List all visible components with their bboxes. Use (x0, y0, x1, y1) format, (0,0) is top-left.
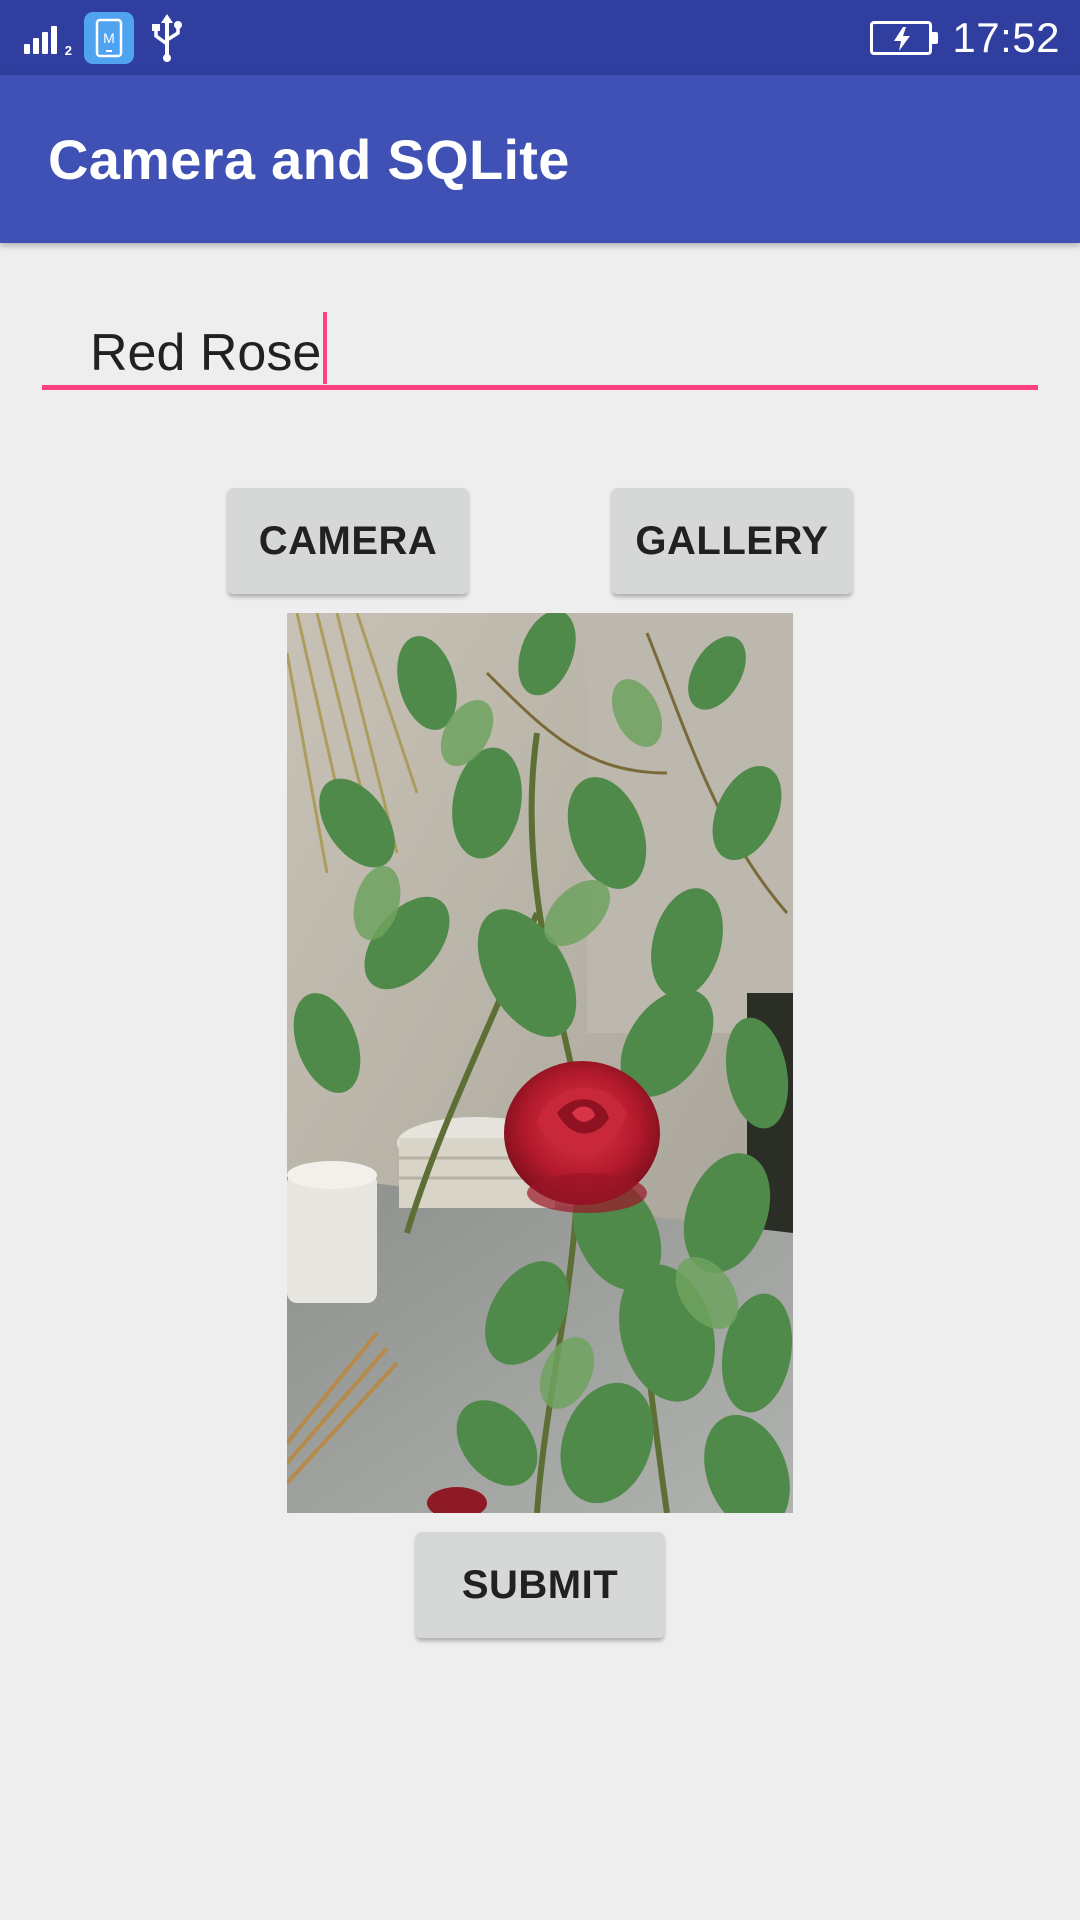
screen: 2 M 17:52 Camera and SQLite Red Rose CAM… (0, 0, 1080, 1920)
status-bar: 2 M 17:52 (0, 0, 1080, 75)
usb-icon (148, 14, 186, 62)
text-cursor (323, 312, 328, 384)
status-bar-left: 2 M (24, 12, 186, 64)
photo-preview (287, 613, 793, 1513)
name-input[interactable]: Red Rose (42, 300, 1038, 390)
app-bar: Camera and SQLite (0, 75, 1080, 243)
name-input-text: Red Rose (90, 324, 322, 382)
status-clock: 17:52 (952, 14, 1060, 61)
app-notification-letter: M (103, 30, 115, 46)
name-input-value[interactable]: Red Rose (90, 312, 328, 384)
signal-icon: 2 (24, 18, 72, 58)
gallery-button[interactable]: GALLERY (612, 488, 852, 594)
submit-button[interactable]: SUBMIT (416, 1532, 664, 1638)
name-input-underline (42, 385, 1038, 390)
signal-sub-label: 2 (64, 43, 72, 58)
camera-button[interactable]: CAMERA (228, 488, 468, 594)
app-title: Camera and SQLite (48, 128, 570, 191)
battery-charging-icon (870, 21, 939, 55)
app-notification-icon: M (84, 12, 134, 64)
status-bar-right: 17:52 (870, 12, 1060, 64)
